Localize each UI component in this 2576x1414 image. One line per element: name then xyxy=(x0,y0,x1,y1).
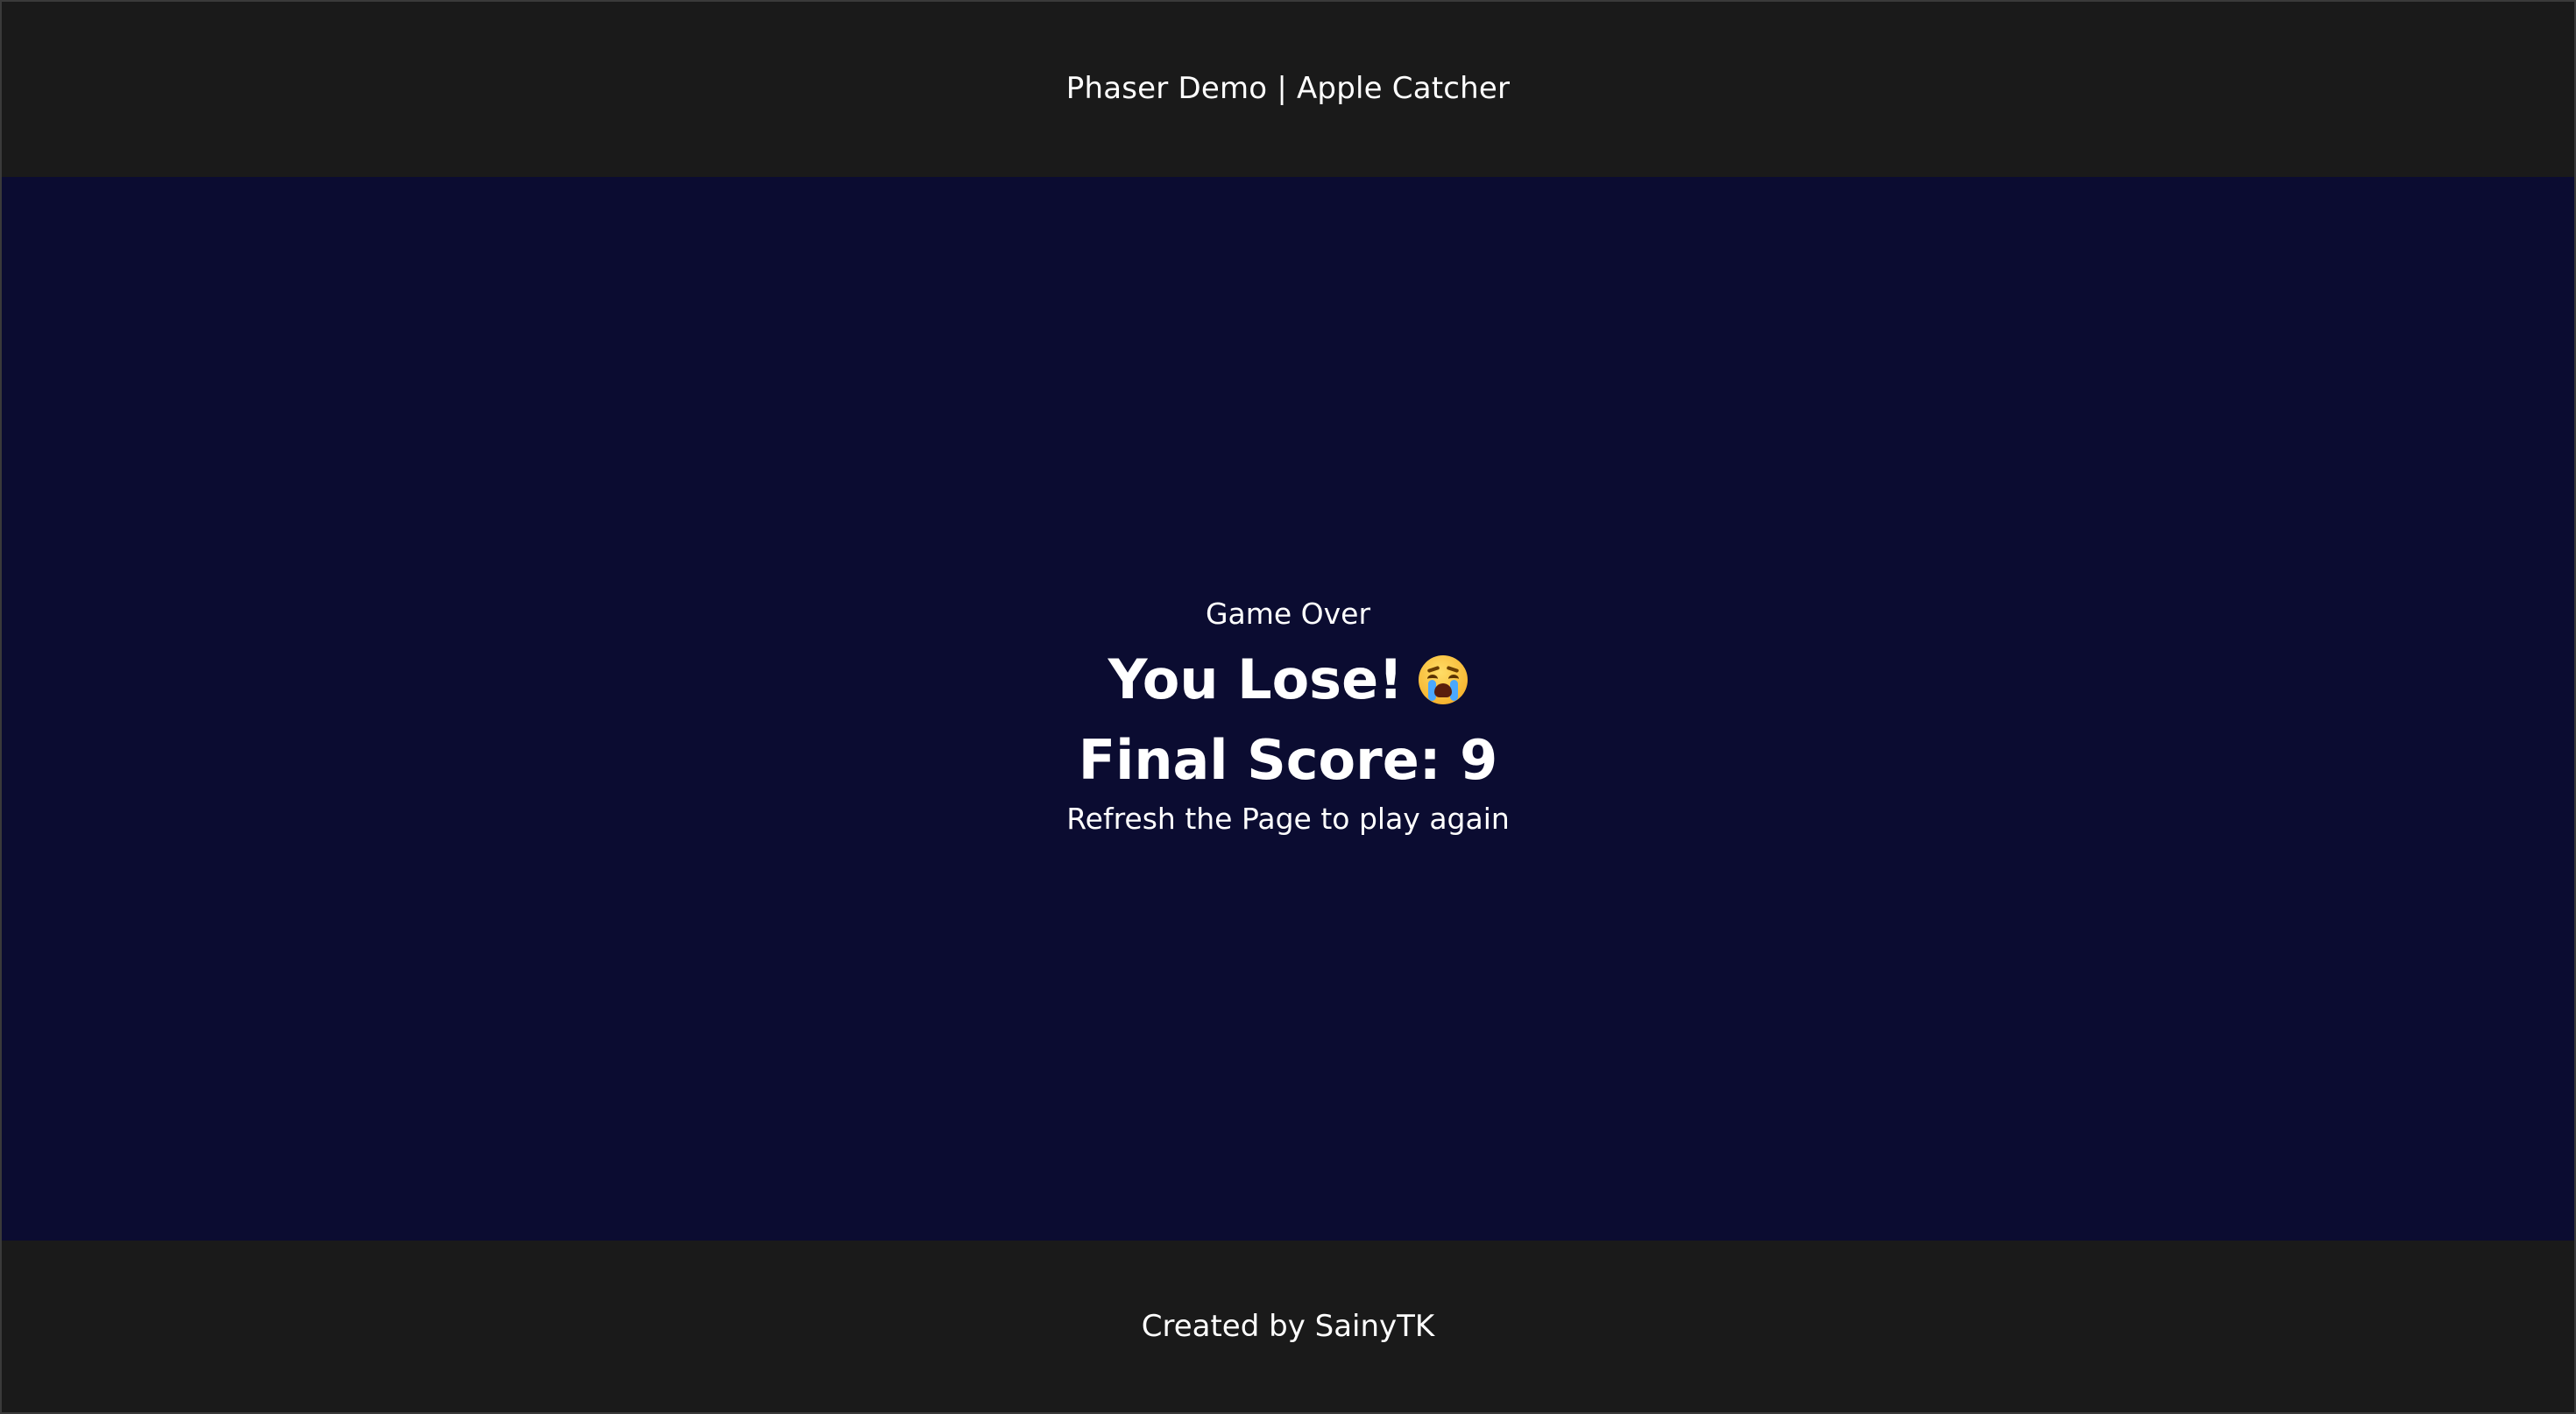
result-text: You Lose! xyxy=(1108,647,1404,711)
header-bar: Phaser Demo | Apple Catcher xyxy=(2,2,2574,175)
crying-face-icon xyxy=(1419,655,1468,704)
footer-credit: Created by SainyTK xyxy=(1141,1309,1435,1344)
app-page: Phaser Demo | Apple Catcher Game Over Yo… xyxy=(0,0,2576,1414)
refresh-hint: Refresh the Page to play again xyxy=(1066,802,1510,836)
page-title: Phaser Demo | Apple Catcher xyxy=(1065,71,1511,106)
game-over-label: Game Over xyxy=(1205,597,1371,631)
footer-bar: Created by SainyTK xyxy=(2,1241,2574,1412)
game-canvas[interactable]: Game Over You Lose! Final Score: 9 Refre… xyxy=(2,177,2574,1241)
game-over-panel: Game Over You Lose! Final Score: 9 Refre… xyxy=(2,589,2574,841)
result-line: You Lose! xyxy=(1108,643,1468,717)
final-score: Final Score: 9 xyxy=(1078,728,1498,792)
